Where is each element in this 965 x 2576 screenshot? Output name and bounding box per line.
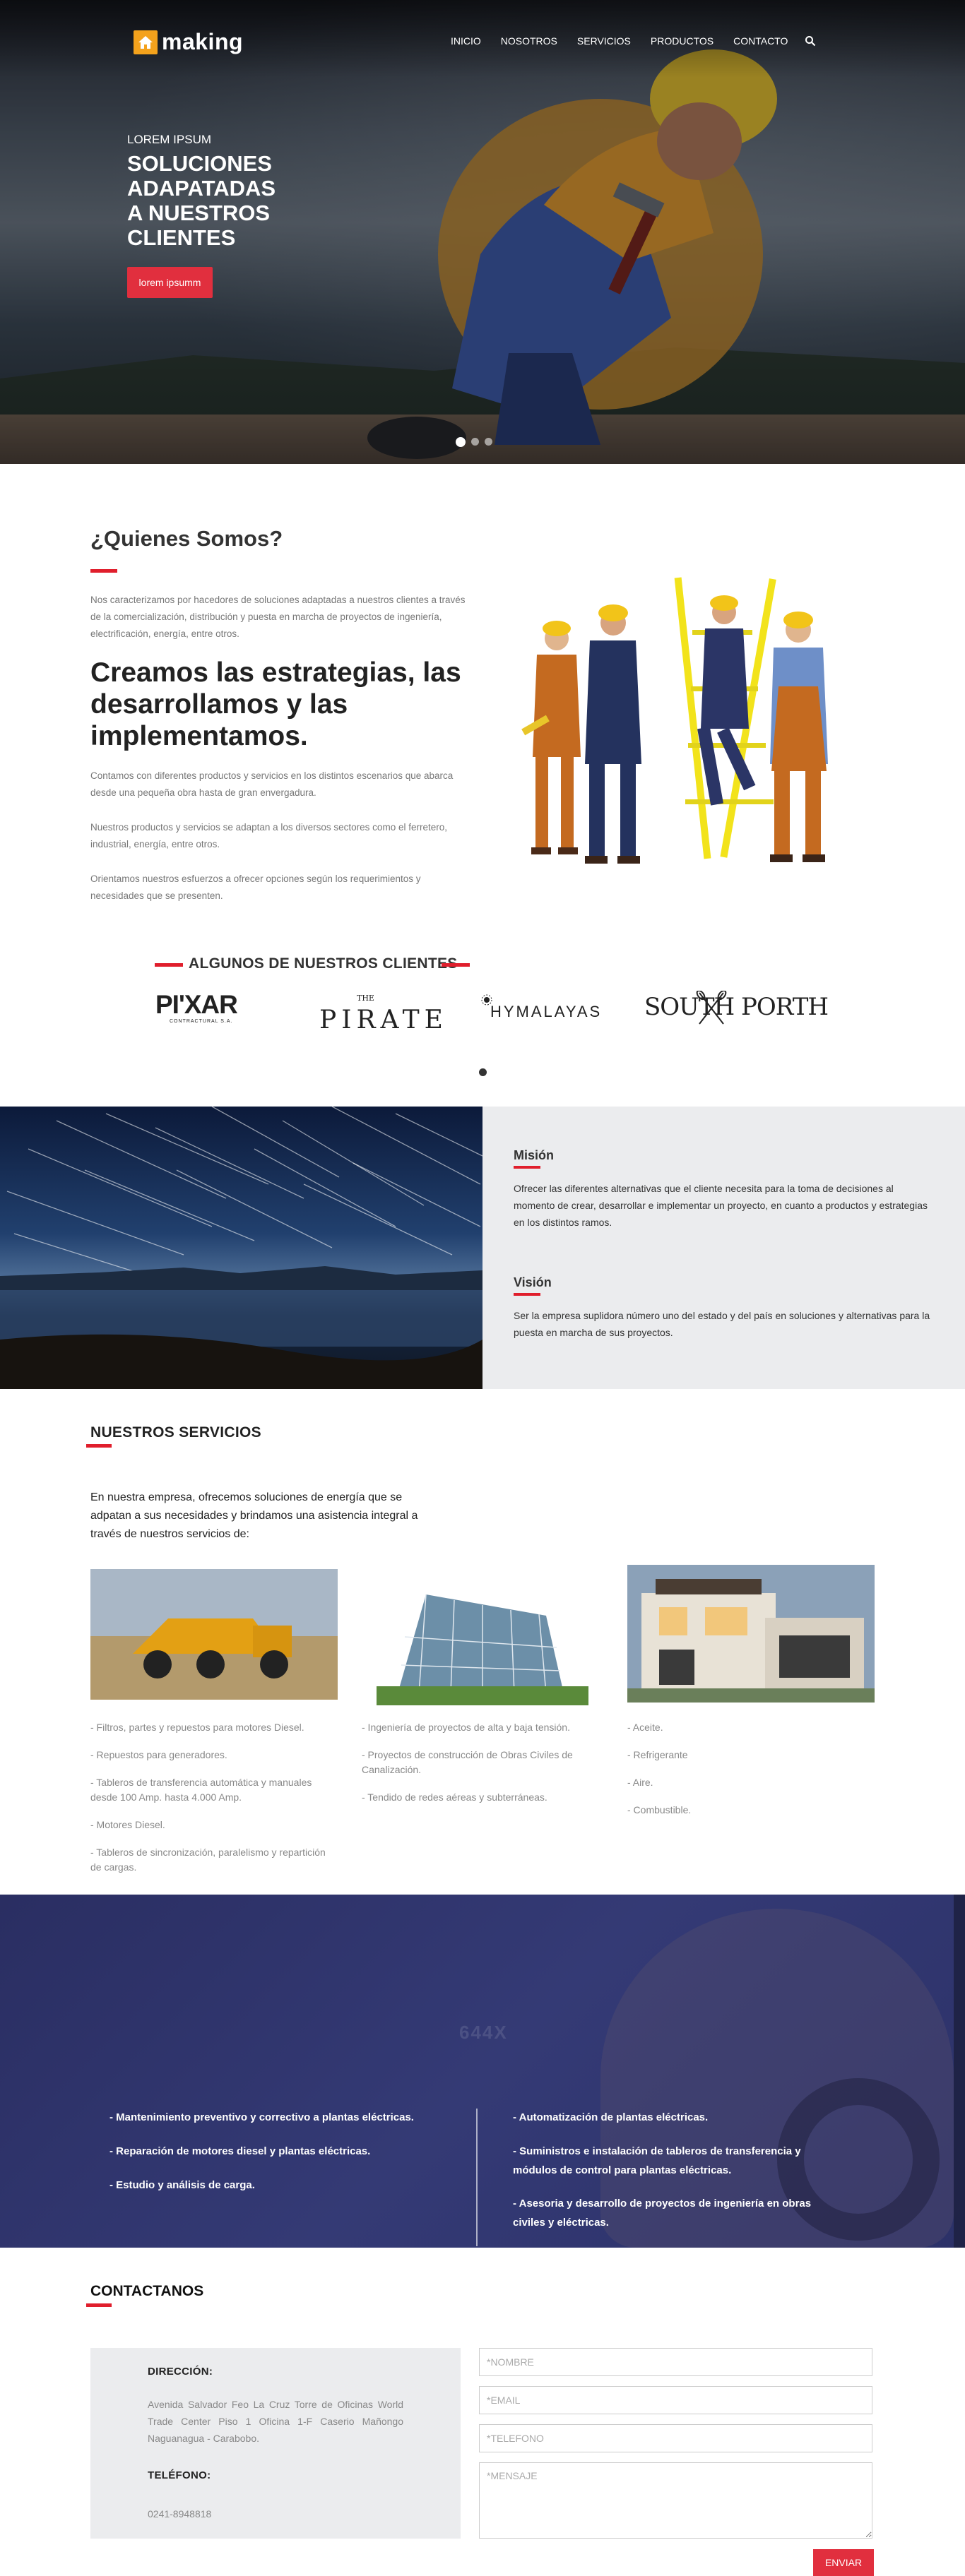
star-trails-image — [0, 1107, 482, 1389]
office-building-image — [377, 1580, 588, 1705]
vision-title: Visión — [514, 1275, 552, 1289]
dump-truck-image — [90, 1569, 338, 1700]
services-3-item-1: - Aceite. — [627, 1722, 663, 1733]
about-paragraph-2: Contamos con diferentes productos y serv… — [90, 770, 454, 798]
services-1-item-1: - Filtros, partes y repuestos para motor… — [90, 1722, 304, 1733]
vision-underline — [514, 1293, 540, 1296]
services-3-item-3: - Aire. — [627, 1777, 653, 1788]
services-3-item-2: - Refrigerante — [627, 1749, 688, 1760]
search-icon[interactable] — [805, 35, 816, 47]
phone-label: TELÉFONO: — [148, 2469, 211, 2481]
modern-house-image — [627, 1565, 875, 1703]
banner-right-item-1: - Automatización de plantas eléctricas. — [513, 2111, 709, 2123]
client-logo-hymalayas[interactable]: HYMALAYAS — [490, 1003, 602, 1021]
services-1-item-5: - Tableros de sincronización, paralelism… — [90, 1847, 326, 1873]
hero-slider: making INICIO NOSOTROS SERVICIOS PRODUCT… — [0, 0, 965, 464]
contact-title-underline — [86, 2303, 112, 2307]
address-text: Avenida Salvador Feo La Cruz Torre de Of… — [148, 2399, 403, 2444]
services-2-item-2: - Proyectos de construcción de Obras Civ… — [362, 1749, 573, 1775]
slider-dots — [456, 437, 492, 447]
banner-left-item-3: - Estudio y análisis de carga. — [109, 2179, 255, 2191]
slider-dot-2[interactable] — [471, 438, 479, 446]
send-button[interactable]: ENVIAR — [813, 2549, 874, 2576]
banner-ghost-text: 644X — [459, 2022, 508, 2043]
mision-text: Ofrecer las diferentes alternativas que … — [514, 1183, 928, 1228]
banner-right-edge — [954, 1895, 965, 2248]
client-logo-southporth[interactable]: SOUTH PORTH — [644, 993, 829, 1021]
nav-nosotros[interactable]: NOSOTROS — [491, 35, 567, 47]
services-2-item-1: - Ingeniería de proyectos de alta y baja… — [362, 1722, 570, 1733]
mision-vision-panel — [482, 1107, 965, 1389]
banner-divider — [476, 2109, 478, 2246]
about-intro: Nos caracterizamos por hacedores de solu… — [90, 595, 466, 639]
about-heading: Creamos las estrategias, las desarrollam… — [90, 657, 461, 751]
house-icon — [134, 30, 158, 54]
mision-title: Misión — [514, 1148, 554, 1162]
phone-field[interactable] — [479, 2424, 872, 2452]
workers-image — [521, 577, 828, 864]
hero-cta-button[interactable]: lorem ipsumm — [127, 267, 213, 298]
client-logo-pixar[interactable]: PI'XAR — [155, 990, 238, 1020]
clients-carousel-dot[interactable] — [479, 1068, 487, 1076]
about-title: ¿Quienes Somos? — [90, 526, 283, 551]
banner-left-item-1: - Mantenimiento preventivo y correctivo … — [109, 2111, 414, 2123]
address-label: DIRECCIÓN: — [148, 2366, 213, 2378]
site-logo[interactable]: making — [134, 29, 243, 55]
services-list-3: - Aceite. - Refrigerante - Aire. - Combu… — [627, 1720, 853, 1830]
client-logo-pixar-sub: CONTRACTURAL S.A. — [170, 1019, 233, 1024]
crossed-oars-icon — [696, 991, 727, 1025]
banner-right-item-3: - Asesoria y desarrollo de proyectos de … — [513, 2198, 812, 2229]
mision-underline — [514, 1166, 540, 1169]
about-title-underline — [90, 569, 117, 573]
clients-line-left — [155, 963, 183, 967]
services-list-2: - Ingeniería de proyectos de alta y baja… — [362, 1720, 588, 1818]
about-paragraph-3: Nuestros productos y servicios se adapta… — [90, 822, 447, 849]
client-logo-pirate-small: THE — [357, 994, 374, 1003]
hero-kicker: LOREM IPSUM — [127, 133, 212, 146]
slider-dot-1[interactable] — [456, 437, 466, 447]
clients-line-right — [442, 963, 470, 967]
about-paragraph-4: Orientamos nuestros esfuerzos a ofrecer … — [90, 873, 421, 901]
slider-dot-3[interactable] — [485, 438, 492, 446]
services-list-1: - Filtros, partes y repuestos para motor… — [90, 1720, 338, 1888]
page: making INICIO NOSOTROS SERVICIOS PRODUCT… — [0, 0, 965, 2576]
name-field[interactable] — [479, 2348, 872, 2376]
phone-text: 0241-8948818 — [148, 2508, 212, 2520]
services-2-item-3: - Tendido de redes aéreas y subterráneas… — [362, 1791, 547, 1803]
services-1-item-2: - Repuestos para generadores. — [90, 1749, 227, 1760]
contact-title: CONTACTANOS — [90, 2283, 204, 2299]
banner-right-item-2: - Suministros e instalación de tableros … — [513, 2145, 801, 2176]
services-1-item-4: - Motores Diesel. — [90, 1819, 165, 1830]
services-intro: En nuestra empresa, ofrecemos soluciones… — [90, 1491, 418, 1540]
nav-inicio[interactable]: INICIO — [441, 35, 491, 47]
banner-left-item-2: - Reparación de motores diesel y plantas… — [109, 2145, 371, 2157]
nav-productos[interactable]: PRODUCTOS — [641, 35, 723, 47]
services-1-item-3: - Tableros de transferencia automática y… — [90, 1777, 312, 1803]
hero-title: SOLUCIONES ADAPATADAS A NUESTROS CLIENTE… — [127, 151, 276, 250]
nav-contacto[interactable]: CONTACTO — [723, 35, 798, 47]
services-title: NUESTROS SERVICIOS — [90, 1424, 261, 1441]
nav-servicios[interactable]: SERVICIOS — [567, 35, 641, 47]
clients-title: ALGUNOS DE NUESTROS CLIENTES — [189, 955, 458, 972]
main-nav: INICIO NOSOTROS SERVICIOS PRODUCTOS CONT… — [441, 35, 816, 47]
logo-text: making — [162, 29, 244, 54]
services-3-item-4: - Combustible. — [627, 1804, 692, 1815]
client-logo-pirate[interactable]: PIRATE — [319, 1006, 448, 1034]
message-field[interactable] — [479, 2462, 872, 2539]
vision-text: Ser la empresa suplidora número uno del … — [514, 1310, 930, 1338]
services-title-underline — [86, 1444, 112, 1448]
email-field[interactable] — [479, 2386, 872, 2414]
